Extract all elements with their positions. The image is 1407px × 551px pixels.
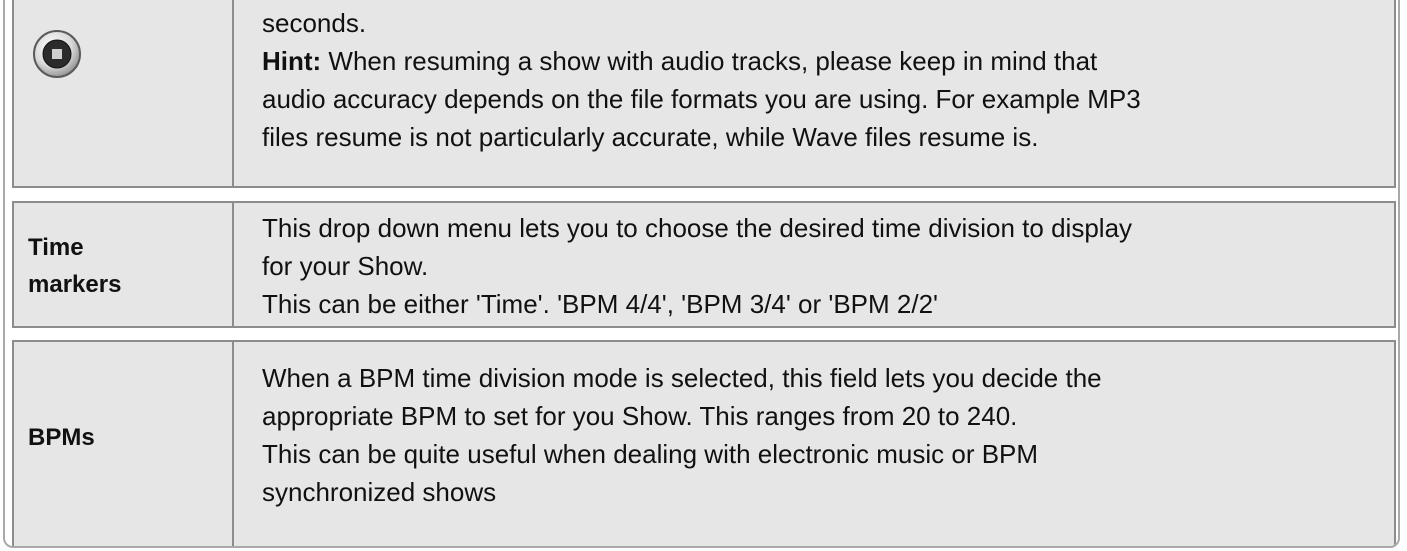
- row-description: When a BPM time division mode is selecte…: [262, 359, 1374, 511]
- row-label-cell: Time markers: [14, 203, 234, 326]
- row-description: This drop down menu lets you to choose t…: [262, 209, 1374, 323]
- hint-label: Hint:: [262, 46, 322, 76]
- description-line: This can be quite useful when dealing wi…: [262, 439, 1039, 469]
- description-line: synchronized shows: [262, 477, 497, 507]
- description-line: Hint: When resuming a show with audio tr…: [262, 42, 1374, 80]
- row-description: seconds. Hint: When resuming a show with…: [262, 4, 1374, 156]
- row-label: Time markers: [28, 229, 121, 303]
- description-line: This drop down menu lets you to choose t…: [262, 213, 1133, 243]
- help-table-frame: seconds. Hint: When resuming a show with…: [3, 0, 1400, 548]
- table-row-time-markers: Time markers This drop down menu lets yo…: [12, 201, 1396, 328]
- table-row-bpms: BPMs When a BPM time division mode is se…: [12, 340, 1396, 546]
- row-description-cell: This drop down menu lets you to choose t…: [234, 203, 1394, 326]
- row-label-line: markers: [28, 271, 122, 298]
- description-line: This can be either 'Time'. 'BPM 4/4', 'B…: [262, 289, 938, 319]
- row-description-cell: When a BPM time division mode is selecte…: [234, 342, 1394, 546]
- row-icon-cell: [14, 0, 234, 186]
- description-line: appropriate BPM to set for you Show. Thi…: [262, 401, 1018, 431]
- table-row-stop: seconds. Hint: When resuming a show with…: [12, 0, 1396, 188]
- description-line: seconds.: [262, 8, 367, 38]
- hint-text: When resuming a show with audio tracks, …: [321, 46, 1098, 76]
- row-label-line: BPMs: [28, 424, 95, 451]
- description-line: for your Show.: [262, 251, 429, 281]
- description-line: files resume is not particularly accurat…: [262, 122, 1039, 152]
- stop-circle-icon: [33, 30, 81, 78]
- description-line: audio accuracy depends on the file forma…: [262, 84, 1141, 114]
- row-label-cell: BPMs: [14, 342, 234, 546]
- description-line: When a BPM time division mode is selecte…: [262, 363, 1102, 393]
- row-label-line: Time: [28, 234, 84, 261]
- row-description-cell: seconds. Hint: When resuming a show with…: [234, 0, 1394, 186]
- row-label: BPMs: [28, 419, 95, 456]
